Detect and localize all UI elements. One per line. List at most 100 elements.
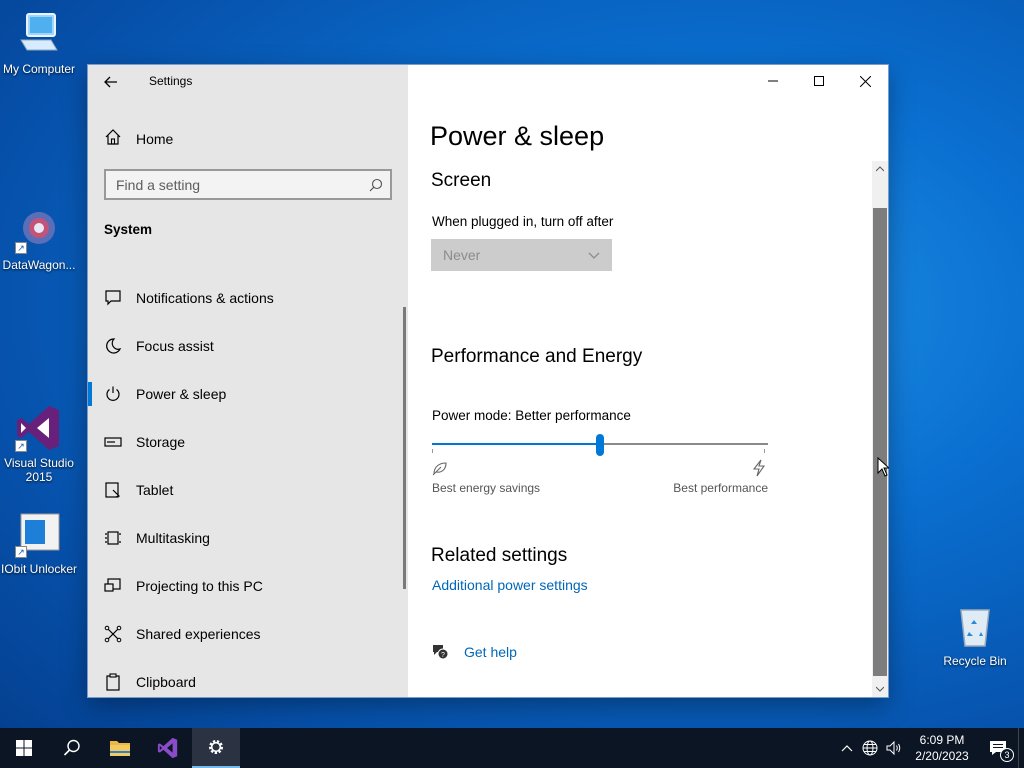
shared-icon [104, 625, 122, 643]
maximize-icon [814, 76, 824, 86]
close-button[interactable] [842, 65, 888, 97]
slider-tick-left [432, 449, 433, 453]
sidebar-item-label: Clipboard [136, 674, 196, 690]
recycle-bin-icon [951, 602, 999, 650]
file-explorer-button[interactable] [96, 728, 144, 768]
sidebar-item-focus-assist[interactable]: Focus assist [88, 322, 408, 370]
datawagon-icon: ↗ [15, 206, 63, 254]
clock-button[interactable]: 6:09 PM 2/20/2023 [906, 732, 978, 764]
power-mode-slider[interactable] [432, 433, 768, 457]
screen-heading: Screen [431, 170, 492, 191]
projecting-icon [104, 577, 122, 595]
nav-list: Notifications & actions Focus assist Pow… [88, 274, 408, 697]
back-arrow-icon [104, 76, 117, 88]
page-title: Power & sleep [430, 121, 605, 151]
desktop-icon-label: Recycle Bin [943, 654, 1007, 668]
desktop-icon-visual-studio[interactable]: ↗ Visual Studio 2015 [0, 404, 78, 484]
settings-taskbar-button[interactable] [192, 728, 240, 768]
sidebar-item-clipboard[interactable]: Clipboard [88, 658, 408, 697]
main-scrollbar[interactable] [872, 161, 888, 697]
scroll-up-icon[interactable] [872, 161, 888, 177]
sidebar-item-storage[interactable]: Storage [88, 418, 408, 466]
chevron-down-icon [588, 247, 600, 263]
notifications-icon [104, 289, 122, 307]
sidebar-item-projecting[interactable]: Projecting to this PC [88, 562, 408, 610]
desktop-icon-recycle-bin[interactable]: Recycle Bin [936, 602, 1014, 668]
desktop-icon-iobit-unlocker[interactable]: ↗ IObit Unlocker [0, 510, 78, 576]
related-heading: Related settings [431, 545, 568, 566]
power-mode-label: Power mode: Better performance [432, 408, 631, 423]
tablet-icon [104, 481, 122, 499]
sidebar-item-tablet[interactable]: Tablet [88, 466, 408, 514]
search-icon[interactable] [362, 171, 390, 199]
sidebar-item-label: Storage [136, 434, 186, 450]
desktop-icon-my-computer[interactable]: My Computer [0, 10, 78, 76]
close-icon [859, 75, 871, 87]
sidebar-item-notifications[interactable]: Notifications & actions [88, 274, 408, 322]
speaker-icon [886, 740, 901, 756]
slider-fill [432, 443, 600, 445]
desktop-icon-datawagon[interactable]: ↗ DataWagon... [0, 206, 78, 272]
svg-text:?: ? [441, 652, 445, 659]
show-hidden-icons-button[interactable] [836, 744, 858, 752]
search-box [104, 169, 392, 200]
storage-icon [104, 433, 122, 451]
sidebar-item-label: Tablet [136, 482, 174, 498]
scroll-down-icon[interactable] [872, 681, 888, 697]
section-label: System [104, 222, 153, 237]
computer-icon [15, 10, 63, 58]
desktop-icon-label: My Computer [2, 62, 76, 76]
windows-logo-icon [16, 740, 32, 756]
start-button[interactable] [0, 728, 48, 768]
home-nav-item[interactable]: Home [104, 127, 173, 151]
visual-studio-button[interactable] [144, 728, 192, 768]
main-content: Power & sleep Screen When plugged in, tu… [408, 65, 888, 697]
screen-timeout-dropdown[interactable]: Never [431, 239, 612, 271]
notification-count-badge: 3 [1000, 748, 1014, 762]
sidebar-item-label: Focus assist [136, 338, 214, 354]
system-tray: 6:09 PM 2/20/2023 3 [836, 728, 1024, 768]
search-button[interactable] [48, 728, 96, 768]
shortcut-arrow-icon: ↗ [15, 440, 27, 452]
minimize-icon [768, 80, 778, 82]
sidebar-item-power-sleep[interactable]: Power & sleep [88, 370, 408, 418]
chevron-up-icon [841, 745, 853, 752]
action-center-button[interactable]: 3 [978, 728, 1018, 768]
sidebar-item-label: Power & sleep [136, 386, 227, 402]
get-help-link[interactable]: Get help [464, 644, 517, 660]
mouse-cursor-icon [877, 456, 891, 482]
clock-time: 6:09 PM [919, 733, 965, 747]
additional-power-settings-link[interactable]: Additional power settings [432, 577, 588, 593]
network-button[interactable] [858, 740, 882, 756]
visual-studio-icon [157, 737, 178, 759]
lightning-icon [752, 459, 766, 482]
sidebar-item-label: Projecting to this PC [136, 578, 263, 594]
volume-button[interactable] [882, 740, 906, 756]
slider-thumb[interactable] [596, 434, 604, 456]
sidebar-item-label: Multitasking [136, 530, 210, 546]
show-desktop-button[interactable] [1018, 728, 1024, 768]
app-title: Settings [149, 74, 193, 88]
plugged-label: When plugged in, turn off after [432, 214, 614, 229]
settings-window: Settings Home System Notifications & act… [88, 65, 888, 697]
clock-date: 2/20/2023 [915, 749, 969, 763]
home-label: Home [136, 131, 174, 147]
sidebar-item-multitasking[interactable]: Multitasking [88, 514, 408, 562]
search-input[interactable] [106, 176, 362, 193]
sidebar-scrollbar[interactable] [403, 307, 406, 589]
dropdown-value: Never [443, 247, 481, 263]
moon-icon [104, 337, 122, 355]
maximize-button[interactable] [796, 65, 842, 97]
leaf-icon [432, 460, 448, 481]
scrollbar-thumb[interactable] [873, 208, 887, 676]
sidebar-item-shared-experiences[interactable]: Shared experiences [88, 610, 408, 658]
shortcut-arrow-icon: ↗ [15, 546, 27, 558]
back-button[interactable] [102, 73, 120, 91]
iobit-unlocker-icon: ↗ [15, 510, 63, 558]
titlebar: Settings [88, 65, 408, 97]
minimize-button[interactable] [750, 65, 796, 97]
gear-icon [209, 740, 223, 754]
power-icon [104, 385, 122, 403]
desktop-icon-label: Visual Studio 2015 [4, 456, 74, 484]
help-icon: ? [431, 643, 449, 666]
